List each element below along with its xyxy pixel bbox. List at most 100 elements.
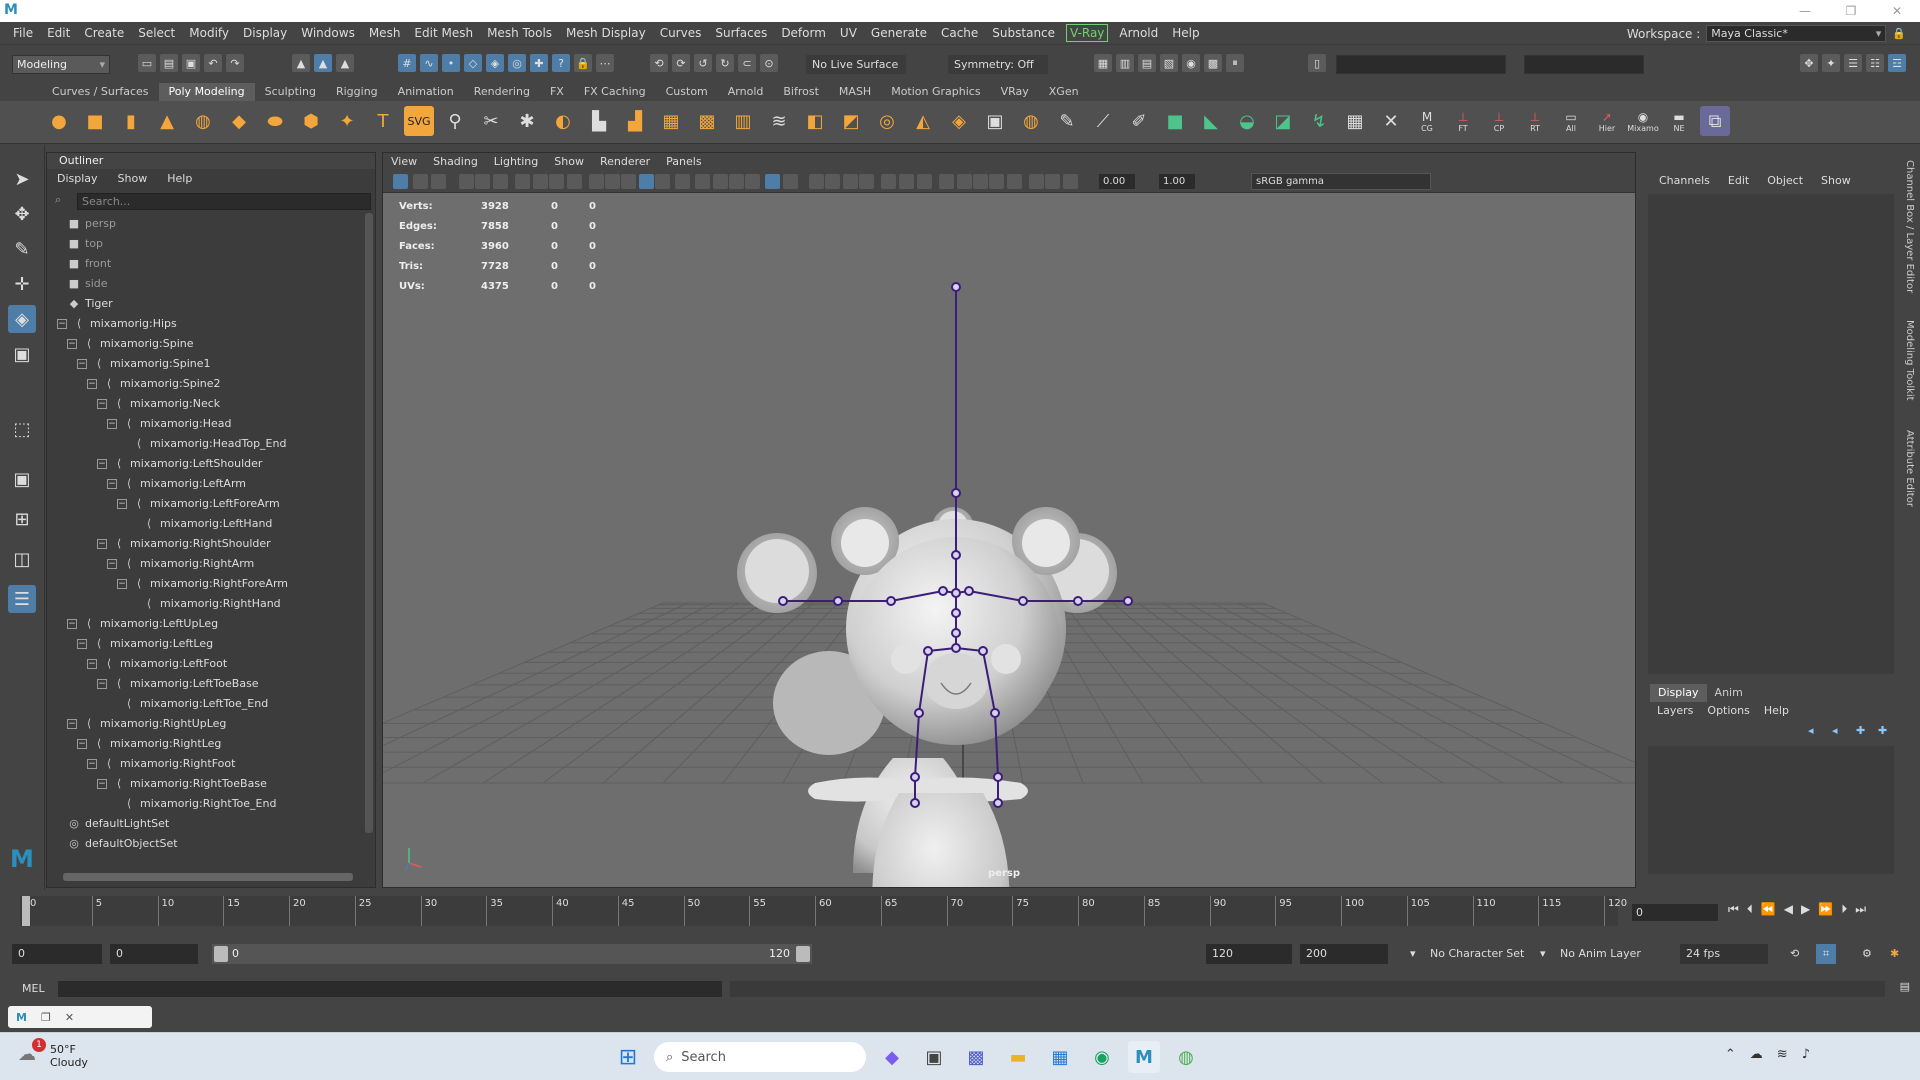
layer-list[interactable] — [1648, 746, 1894, 874]
layer-menu-help[interactable]: Help — [1757, 702, 1796, 720]
menu-help[interactable]: Help — [1165, 22, 1206, 44]
snap-live-icon[interactable]: ◎ — [508, 54, 526, 72]
quick-field-1[interactable] — [1336, 55, 1506, 74]
combine-icon[interactable]: ◐ — [548, 106, 578, 136]
viewport-tool-icon[interactable] — [549, 174, 564, 189]
taskbar-search[interactable]: ⌕ Search — [654, 1042, 866, 1072]
expand-toggle-icon[interactable]: − — [57, 319, 67, 329]
shelf-cg-button[interactable]: M CG — [1412, 106, 1442, 136]
start-icon[interactable]: ⊞ — [612, 1041, 644, 1073]
exposure-field[interactable]: 0.00 — [1099, 174, 1135, 189]
layer-tab-anim[interactable]: Anim — [1707, 684, 1751, 702]
render-frame-icon[interactable]: ▥ — [1116, 54, 1134, 72]
poly-cylinder-icon[interactable]: ▮ — [116, 106, 146, 136]
viewport-tool-icon[interactable] — [729, 174, 744, 189]
side-tab-attribute-editor[interactable]: Attribute Editor — [1904, 430, 1915, 507]
snap-grid-icon[interactable]: # — [398, 54, 416, 72]
history-icon[interactable]: ⟲ — [650, 54, 668, 72]
expand-toggle-icon[interactable]: − — [117, 499, 127, 509]
command-input[interactable] — [58, 981, 722, 997]
minimized-window[interactable]: M ❐ ✕ — [8, 1006, 152, 1028]
poly-cone-icon[interactable]: ▲ — [152, 106, 182, 136]
viewport-tool-icon[interactable] — [475, 174, 490, 189]
menuset-dropdown[interactable]: Modeling — [12, 55, 110, 74]
extrude-icon[interactable]: ▟ — [620, 106, 650, 136]
expand-toggle-icon[interactable]: − — [77, 739, 87, 749]
select-component-icon[interactable]: ▲ — [336, 54, 354, 72]
type-tool-icon[interactable]: T — [368, 106, 398, 136]
layer-up-icon[interactable]: ◂ — [1808, 724, 1814, 737]
outliner-item[interactable]: − ⟨ mixamorig:Head — [107, 415, 232, 433]
channelbox-menu-edit[interactable]: Edit — [1719, 172, 1758, 190]
lasso-tool-icon[interactable]: ✥ — [8, 200, 36, 228]
outliner-item[interactable]: ■ persp — [67, 215, 116, 233]
shelf-tab-fx-caching[interactable]: FX Caching — [574, 83, 656, 101]
viewport-menu-shading[interactable]: Shading — [425, 153, 486, 171]
vray-render-icon[interactable]: ▩ — [1204, 54, 1222, 72]
outliner-menu-help[interactable]: Help — [157, 170, 202, 188]
green-app-icon[interactable]: ◍ — [1170, 1041, 1202, 1073]
bridge-icon[interactable]: ▦ — [656, 106, 686, 136]
outliner-item[interactable]: ⟨ mixamorig:RightToe_End — [107, 795, 277, 813]
playback-start-field[interactable]: 0 — [110, 944, 198, 964]
select-hierarchy-icon[interactable]: ▲ — [292, 54, 310, 72]
poly-platonic-icon[interactable]: ⬢ — [296, 106, 326, 136]
outliner-item[interactable]: ⟨ mixamorig:RightHand — [127, 595, 281, 613]
viewport-tool-icon[interactable] — [393, 174, 408, 189]
channelbox-menu-channels[interactable]: Channels — [1650, 172, 1719, 190]
two-view-icon[interactable]: ◫ — [8, 545, 36, 573]
magnet-icon[interactable]: ⊂ — [738, 54, 756, 72]
single-perspective-icon[interactable]: ▣ — [8, 465, 36, 493]
weather-widget[interactable]: ☁ 1 50°F Cloudy — [18, 1038, 88, 1069]
viewport-tool-icon[interactable] — [973, 174, 988, 189]
outliner-search-input[interactable]: Search... — [77, 193, 371, 210]
viewport-tool-icon[interactable] — [431, 174, 446, 189]
teams-icon[interactable]: ▩ — [960, 1041, 992, 1073]
outliner-item[interactable]: ◆ Tiger — [67, 295, 113, 313]
menu-mesh[interactable]: Mesh — [362, 22, 408, 44]
graph-icon[interactable]: ↺ — [694, 54, 712, 72]
new-scene-icon[interactable]: ▭ — [138, 54, 156, 72]
shelf-last-button[interactable]: ⧉ — [1700, 106, 1730, 136]
menu-surfaces[interactable]: Surfaces — [708, 22, 774, 44]
animation-start-field[interactable]: 0 — [12, 944, 102, 964]
layer-tab-display[interactable]: Display — [1650, 684, 1707, 702]
fill-hole-icon[interactable]: ◧ — [800, 106, 830, 136]
crease-icon[interactable]: ⟋ — [1088, 106, 1118, 136]
playback-end-field[interactable]: 120 — [1206, 944, 1292, 964]
poly-torus-icon[interactable]: ◍ — [188, 106, 218, 136]
delete-history-icon[interactable]: ✕ — [1376, 106, 1406, 136]
filter-icon[interactable]: ⌕ — [55, 193, 61, 207]
soft-select-icon[interactable]: ✐ — [1124, 106, 1154, 136]
workspace-dropdown[interactable]: Maya Classic* — [1706, 25, 1887, 42]
maya-taskbar-icon[interactable]: M — [1128, 1041, 1160, 1073]
range-end-handle[interactable] — [796, 946, 810, 962]
shelf-hier-button[interactable]: ➚ Hier — [1592, 106, 1622, 136]
bevel-icon[interactable]: ▩ — [692, 106, 722, 136]
viewport-tool-icon[interactable] — [809, 174, 824, 189]
new-layer-selected-icon[interactable]: ✚ — [1878, 724, 1887, 737]
lock-icon[interactable]: 🔒 — [1892, 27, 1906, 40]
poly-cube-icon[interactable]: ■ — [80, 106, 110, 136]
viewport-tool-icon[interactable] — [1007, 174, 1022, 189]
menu-create[interactable]: Create — [77, 22, 131, 44]
shelf-tab-mash[interactable]: MASH — [829, 83, 881, 101]
move-tool-icon[interactable]: ✛ — [8, 270, 36, 298]
channelbox-menu-object[interactable]: Object — [1758, 172, 1812, 190]
character-set-dropdown[interactable]: No Character Set — [1430, 944, 1524, 964]
anim-prefs-icon[interactable]: ⚙ — [1862, 944, 1872, 964]
shelf-tab-fx[interactable]: FX — [540, 83, 574, 101]
outliner-item[interactable]: − ⟨ mixamorig:Hips — [57, 315, 177, 333]
command-language-label[interactable]: MEL — [22, 981, 45, 997]
construction-icon[interactable]: ↻ — [716, 54, 734, 72]
expand-toggle-icon[interactable]: − — [87, 659, 97, 669]
menu-deform[interactable]: Deform — [774, 22, 833, 44]
anim-layer-arrow-icon[interactable]: ▾ — [1540, 944, 1546, 964]
menu-edit[interactable]: Edit — [40, 22, 77, 44]
viewport-tool-icon[interactable] — [515, 174, 530, 189]
modeling-toolkit-icon[interactable]: ✥ — [1800, 54, 1818, 72]
menu-arnold[interactable]: Arnold — [1112, 22, 1165, 44]
outliner-item[interactable]: − ⟨ mixamorig:LeftFoot — [87, 655, 227, 673]
expand-toggle-icon[interactable]: − — [87, 379, 97, 389]
outliner-item[interactable]: ⟨ mixamorig:LeftToe_End — [107, 695, 268, 713]
